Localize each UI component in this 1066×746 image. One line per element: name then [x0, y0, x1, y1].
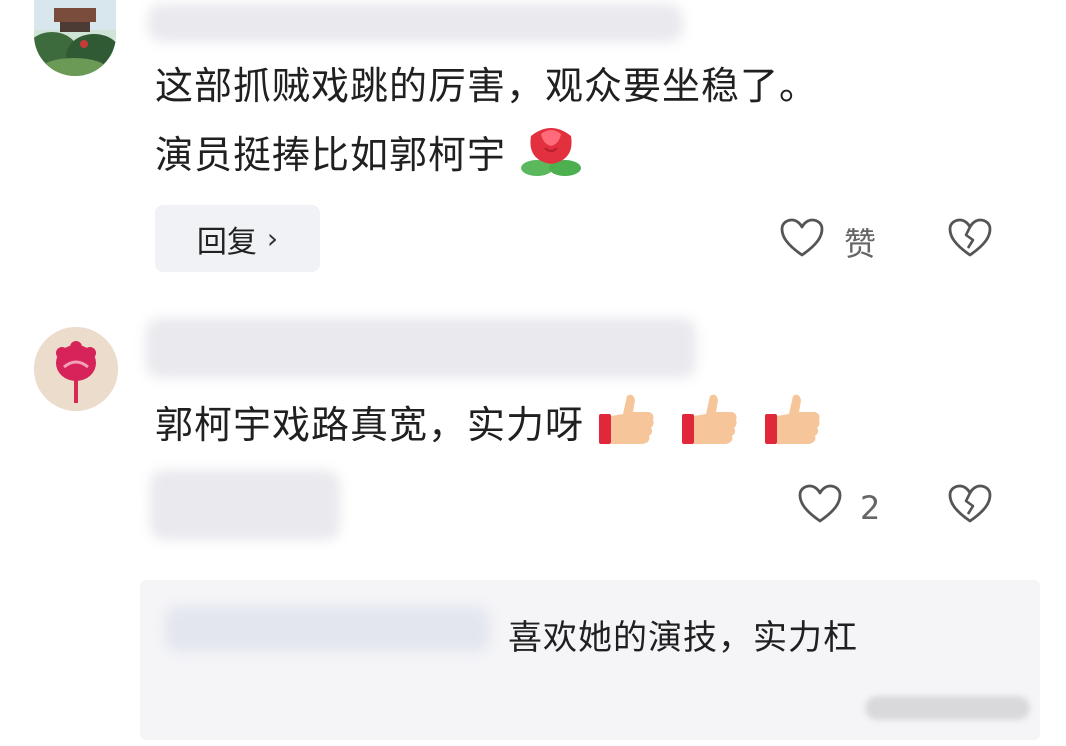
dislike-button[interactable]	[948, 484, 992, 528]
comment-text-label: 郭柯宇戏路真宽，实力呀	[155, 403, 585, 447]
broken-heart-icon	[948, 484, 992, 528]
avatar[interactable]	[34, 0, 116, 76]
comment-text: 郭柯宇戏路真宽，实力呀	[155, 388, 823, 467]
dislike-button[interactable]	[948, 218, 992, 262]
like-button[interactable]: 2	[798, 484, 880, 532]
reply-button-blurred	[150, 470, 340, 540]
rose-icon	[519, 118, 583, 197]
comment-text-line2-label: 演员挺捧比如郭柯宇	[155, 133, 507, 177]
reply-button[interactable]: 回复 ›	[155, 205, 320, 272]
broken-heart-icon	[948, 218, 992, 262]
avatar-landscape-image	[34, 0, 116, 76]
sub-reply-username-blurred	[165, 606, 490, 652]
avatar[interactable]	[34, 327, 118, 411]
chevron-right-icon: ›	[266, 222, 279, 255]
comment-text-line2: 演员挺捧比如郭柯宇	[155, 118, 583, 197]
comment-text-line1: 这部抓贼戏跳的厉害，观众要坐稳了。	[155, 64, 819, 108]
reply-label: 回复	[196, 224, 257, 260]
thumbs-up-icon	[680, 388, 740, 467]
watermark-blurred	[865, 696, 1030, 720]
username-blurred	[148, 4, 683, 42]
like-button[interactable]: 赞	[780, 218, 876, 266]
sub-reply-text: 喜欢她的演技，实力杠	[508, 618, 858, 658]
like-label: 赞	[844, 225, 877, 263]
like-count: 2	[860, 489, 881, 527]
heart-icon	[780, 218, 824, 266]
thumbs-up-icon	[763, 388, 823, 467]
avatar-flower-image	[34, 327, 118, 411]
thumbs-up-icon	[597, 388, 657, 467]
heart-icon	[798, 484, 842, 532]
username-blurred	[146, 318, 696, 378]
